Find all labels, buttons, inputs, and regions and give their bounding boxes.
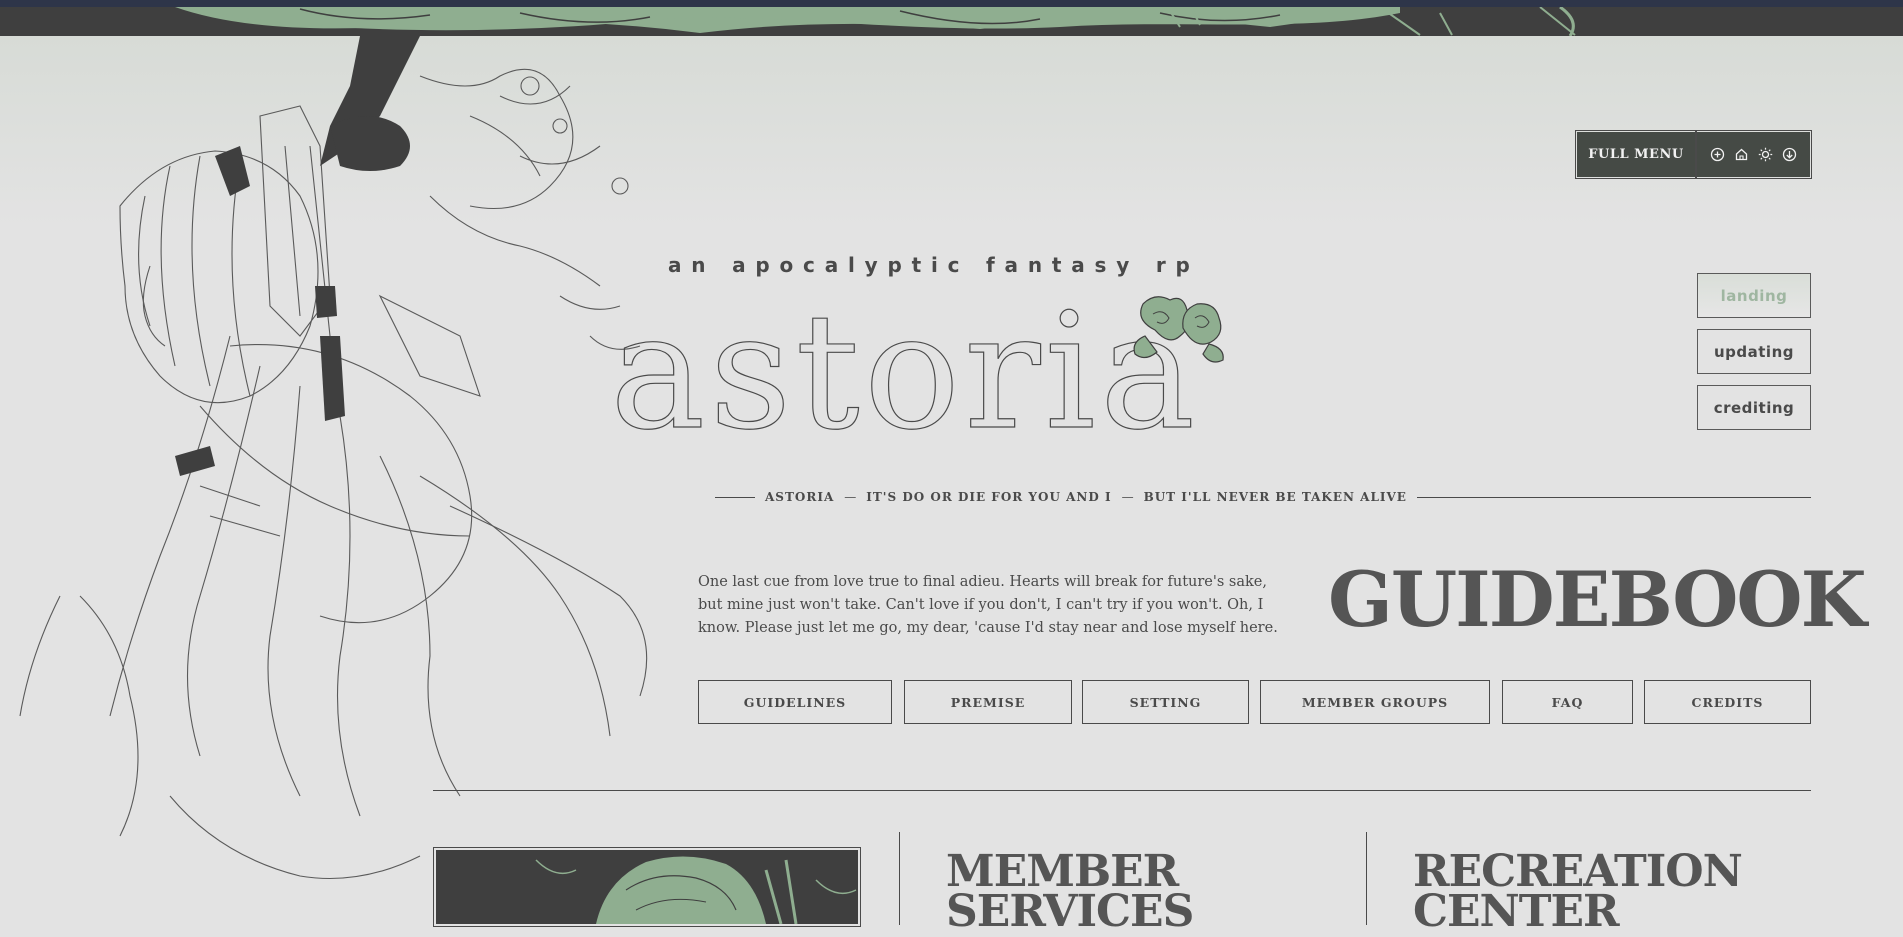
feature-image [436, 850, 858, 924]
tab-credits[interactable]: CREDITS [1644, 680, 1811, 724]
quick-icons-bar [1695, 130, 1812, 179]
side-nav-updating[interactable]: updating [1697, 329, 1811, 374]
character-illustration [19, 36, 648, 880]
section-divider [433, 790, 1811, 791]
divider-line-left [715, 496, 755, 498]
tab-guidelines[interactable]: GUIDELINES [698, 680, 892, 724]
column-divider [1366, 832, 1367, 925]
home-icon[interactable] [1734, 147, 1749, 162]
arrow-down-circle-icon[interactable] [1782, 147, 1797, 162]
sun-icon[interactable] [1758, 147, 1773, 162]
column-divider [899, 832, 900, 925]
recreation-center-heading[interactable]: RECREATION CENTER [1413, 850, 1753, 934]
top-accent-bar [0, 0, 1903, 7]
plus-circle-icon[interactable] [1710, 147, 1725, 162]
tab-member-groups[interactable]: MEMBER GROUPS [1260, 680, 1490, 724]
intro-paragraph: One last cue from love true to final adi… [698, 574, 1278, 636]
site-logo[interactable]: astoria [609, 272, 1230, 482]
tab-premise[interactable]: PREMISE [904, 680, 1072, 724]
top-banner-art [0, 7, 1903, 36]
roses-icon [1133, 296, 1224, 363]
lyric-site-name: ASTORIA [765, 490, 835, 504]
page-title: GUIDEBOOK [1328, 555, 1867, 644]
side-nav-crediting[interactable]: crediting [1697, 385, 1811, 430]
lyric-divider: ASTORIA — IT'S DO OR DIE FOR YOU AND I —… [715, 488, 1811, 506]
lyric-separator: — [844, 490, 857, 504]
logo-wordmark: astoria [609, 277, 1200, 465]
full-menu-button[interactable]: FULL MENU [1575, 130, 1697, 179]
side-nav: landing updating crediting [1697, 273, 1811, 441]
top-menu-group: FULL MENU [1575, 130, 1812, 179]
member-services-heading[interactable]: MEMBER SERVICES [946, 850, 1206, 934]
lyric-line-2: BUT I'LL NEVER BE TAKEN ALIVE [1143, 490, 1407, 504]
lyric-line-1: IT'S DO OR DIE FOR YOU AND I [866, 490, 1112, 504]
feature-image-card[interactable] [433, 847, 861, 927]
lyric-separator: — [1121, 490, 1134, 504]
tab-faq[interactable]: FAQ [1502, 680, 1633, 724]
tab-setting[interactable]: SETTING [1082, 680, 1249, 724]
divider-line-right [1416, 496, 1811, 498]
side-nav-landing[interactable]: landing [1697, 273, 1811, 318]
